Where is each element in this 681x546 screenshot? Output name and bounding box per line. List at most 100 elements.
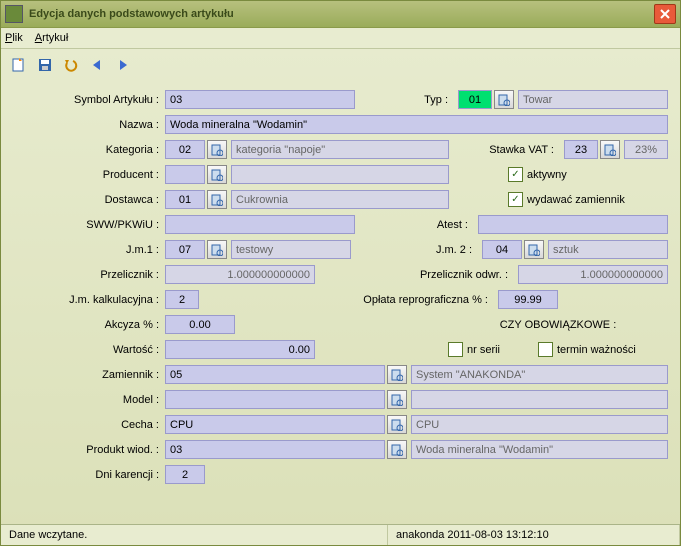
jm2-input[interactable]: 04 bbox=[482, 240, 522, 259]
lookup-icon bbox=[391, 369, 403, 381]
menu-artykul[interactable]: Artykuł bbox=[35, 32, 69, 44]
lookup-icon bbox=[211, 144, 223, 156]
save-icon bbox=[37, 57, 53, 73]
produktwiod-input[interactable]: 03 bbox=[165, 440, 385, 459]
app-icon bbox=[5, 5, 23, 23]
producent-label: Producent : bbox=[13, 169, 165, 181]
typ-input[interactable]: 01 bbox=[458, 90, 492, 109]
zamiennik-desc: System "ANAKONDA" bbox=[411, 365, 668, 384]
aktywny-checkbox[interactable]: ✓ aktywny bbox=[508, 167, 668, 182]
nrserii-checkbox[interactable]: ✓ nr serii bbox=[448, 342, 538, 357]
jm2-lookup[interactable] bbox=[524, 240, 544, 259]
termin-label: termin ważności bbox=[557, 344, 636, 356]
producent-input[interactable] bbox=[165, 165, 205, 184]
check-icon: ✓ bbox=[538, 342, 553, 357]
undo-icon bbox=[63, 57, 79, 73]
check-icon: ✓ bbox=[448, 342, 463, 357]
akcyza-label: Akcyza % : bbox=[13, 319, 165, 331]
czy-obow-label: CZY OBOWIĄZKOWE : bbox=[448, 319, 668, 331]
stawka-input[interactable]: 23 bbox=[564, 140, 598, 159]
przelicznik-odwr-label: Przelicznik odwr. : bbox=[420, 269, 514, 281]
save-button[interactable] bbox=[35, 55, 55, 75]
menu-plik[interactable]: Plik bbox=[5, 32, 23, 44]
lookup-icon bbox=[211, 194, 223, 206]
titlebar: Edycja danych podstawowych artykułu bbox=[1, 1, 680, 28]
nazwa-input[interactable]: Woda mineralna "Wodamin" bbox=[165, 115, 668, 134]
oplata-label: Opłata reprograficzna % : bbox=[363, 294, 494, 306]
zamiennik-lookup[interactable] bbox=[387, 365, 407, 384]
cecha-label: Cecha : bbox=[13, 419, 165, 431]
sww-label: SWW/PKWiU : bbox=[13, 219, 165, 231]
dostawca-input[interactable]: 01 bbox=[165, 190, 205, 209]
produktwiod-desc: Woda mineralna "Wodamin" bbox=[411, 440, 668, 459]
jm2-desc: sztuk bbox=[548, 240, 668, 259]
lookup-icon bbox=[528, 244, 540, 256]
akcyza-input[interactable]: 0.00 bbox=[165, 315, 235, 334]
window-title: Edycja danych podstawowych artykułu bbox=[29, 8, 654, 20]
wydawac-checkbox[interactable]: ✓ wydawać zamiennik bbox=[508, 192, 668, 207]
sww-input[interactable] bbox=[165, 215, 355, 234]
zamiennik-label: Zamiennik : bbox=[13, 369, 165, 381]
check-icon: ✓ bbox=[508, 192, 523, 207]
check-icon: ✓ bbox=[508, 167, 523, 182]
nrserii-label: nr serii bbox=[467, 344, 500, 356]
nazwa-label: Nazwa : bbox=[13, 119, 165, 131]
zamiennik-input[interactable]: 05 bbox=[165, 365, 385, 384]
close-icon bbox=[660, 9, 670, 19]
kategoria-desc: kategoria "napoje" bbox=[231, 140, 449, 159]
lookup-icon bbox=[211, 244, 223, 256]
typ-desc: Towar bbox=[518, 90, 668, 109]
arrow-left-icon bbox=[89, 57, 105, 73]
menubar: Plik Artykuł bbox=[1, 28, 680, 49]
termin-checkbox[interactable]: ✓ termin ważności bbox=[538, 342, 668, 357]
dnikarencji-input[interactable]: 2 bbox=[165, 465, 205, 484]
jm1-label: J.m.1 : bbox=[13, 244, 165, 256]
jm1-lookup[interactable] bbox=[207, 240, 227, 259]
przelicznik-label: Przelicznik : bbox=[13, 269, 165, 281]
prev-button[interactable] bbox=[87, 55, 107, 75]
cecha-lookup[interactable] bbox=[387, 415, 407, 434]
stawka-desc: 23% bbox=[624, 140, 668, 159]
kategoria-label: Kategoria : bbox=[13, 144, 165, 156]
przelicznik-input: 1.000000000000 bbox=[165, 265, 315, 284]
status-left: Dane wczytane. bbox=[1, 525, 388, 545]
symbol-input[interactable]: 03 bbox=[165, 90, 355, 109]
next-button[interactable] bbox=[113, 55, 133, 75]
dostawca-label: Dostawca : bbox=[13, 194, 165, 206]
lookup-icon bbox=[498, 94, 510, 106]
new-button[interactable] bbox=[9, 55, 29, 75]
jm1-input[interactable]: 07 bbox=[165, 240, 205, 259]
producent-lookup[interactable] bbox=[207, 165, 227, 184]
typ-label: Typ : bbox=[424, 94, 454, 106]
model-lookup[interactable] bbox=[387, 390, 407, 409]
przelicznik-odwr-input: 1.000000000000 bbox=[518, 265, 668, 284]
atest-input[interactable] bbox=[478, 215, 668, 234]
cecha-input[interactable]: CPU bbox=[165, 415, 385, 434]
toolbar bbox=[1, 49, 680, 81]
model-label: Model : bbox=[13, 394, 165, 406]
form-area: Symbol Artykułu : 03 Typ : 01 Towar Nazw… bbox=[1, 81, 680, 487]
lookup-icon bbox=[391, 419, 403, 431]
jm2-label: J.m. 2 : bbox=[436, 244, 478, 256]
new-icon bbox=[11, 57, 27, 73]
wartosc-label: Wartość : bbox=[13, 344, 165, 356]
kategoria-lookup[interactable] bbox=[207, 140, 227, 159]
lookup-icon bbox=[391, 394, 403, 406]
producent-desc bbox=[231, 165, 449, 184]
stawka-lookup[interactable] bbox=[600, 140, 620, 159]
wartosc-input[interactable]: 0.00 bbox=[165, 340, 315, 359]
statusbar: Dane wczytane. anakonda 2011-08-03 13:12… bbox=[1, 524, 680, 545]
wydawac-label: wydawać zamiennik bbox=[527, 194, 625, 206]
dostawca-lookup[interactable] bbox=[207, 190, 227, 209]
kategoria-input[interactable]: 02 bbox=[165, 140, 205, 159]
model-input[interactable] bbox=[165, 390, 385, 409]
typ-lookup[interactable] bbox=[494, 90, 514, 109]
oplata-input[interactable]: 99.99 bbox=[498, 290, 558, 309]
undo-button[interactable] bbox=[61, 55, 81, 75]
status-right: anakonda 2011-08-03 13:12:10 bbox=[388, 525, 680, 545]
close-button[interactable] bbox=[654, 4, 676, 24]
cecha-desc: CPU bbox=[411, 415, 668, 434]
app-window: Edycja danych podstawowych artykułu Plik… bbox=[0, 0, 681, 546]
produktwiod-lookup[interactable] bbox=[387, 440, 407, 459]
jmkalk-input[interactable]: 2 bbox=[165, 290, 199, 309]
